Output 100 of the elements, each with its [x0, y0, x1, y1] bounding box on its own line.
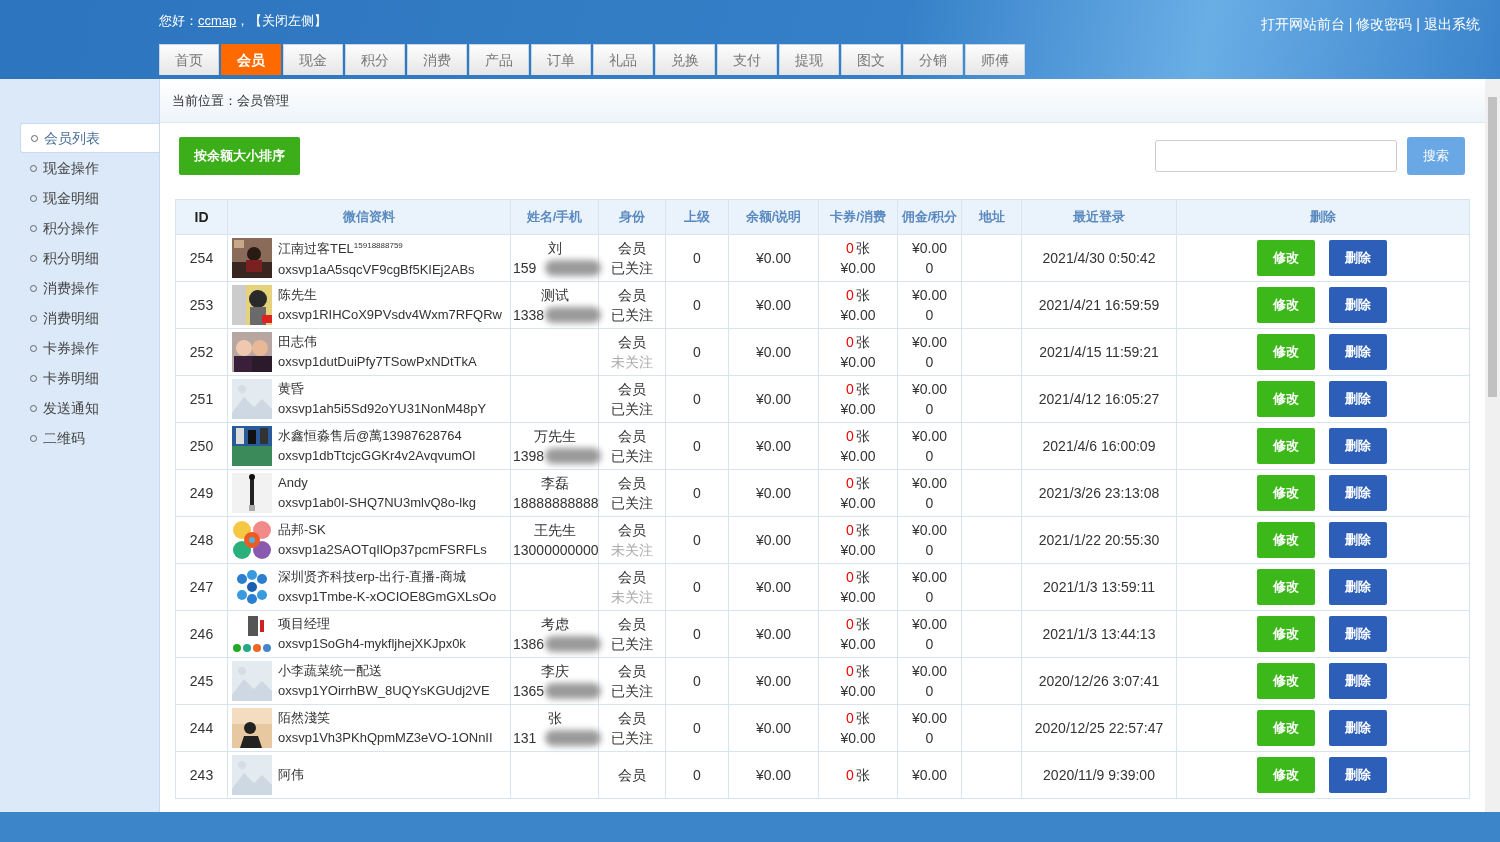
- delete-button[interactable]: 删除: [1329, 569, 1387, 605]
- nav-tab[interactable]: 礼品: [593, 44, 653, 75]
- delete-button[interactable]: 删除: [1329, 381, 1387, 417]
- spent-text: ¥0.00: [839, 353, 877, 372]
- commission-text: ¥0.00: [910, 521, 948, 540]
- edit-button[interactable]: 修改: [1257, 569, 1315, 605]
- nav-tab[interactable]: 订单: [531, 44, 591, 75]
- parent-text: 0: [692, 766, 702, 785]
- edit-button[interactable]: 修改: [1257, 287, 1315, 323]
- coupon-count: 0: [846, 334, 854, 350]
- sort-button[interactable]: 按余额大小排序: [179, 137, 300, 175]
- commission-text: ¥0.00: [910, 766, 948, 785]
- edit-button[interactable]: 修改: [1257, 240, 1315, 276]
- scrollbar[interactable]: [1485, 79, 1500, 812]
- phone-text: 131: [513, 730, 537, 746]
- follow-status: 未关注: [610, 541, 654, 560]
- edit-button[interactable]: 修改: [1257, 710, 1315, 746]
- delete-button[interactable]: 删除: [1329, 334, 1387, 370]
- name-text: 测试: [539, 286, 570, 305]
- sidebar-item[interactable]: 二维码: [20, 423, 159, 453]
- sidebar-item[interactable]: 现金操作: [20, 153, 159, 183]
- role-text: 会员: [617, 568, 647, 587]
- column-header: 身份: [598, 199, 666, 235]
- search-field[interactable]: [1155, 140, 1397, 172]
- edit-button[interactable]: 修改: [1257, 757, 1315, 793]
- role-text: 会员: [617, 766, 647, 785]
- sidebar-item[interactable]: 消费明细: [20, 303, 159, 333]
- coupon-unit: 张: [855, 663, 870, 679]
- username-link[interactable]: ccmap: [198, 13, 237, 28]
- edit-button[interactable]: 修改: [1257, 428, 1315, 464]
- nav-tab[interactable]: 首页: [159, 44, 219, 75]
- sidebar-item[interactable]: 积分操作: [20, 213, 159, 243]
- spent-text: ¥0.00: [839, 494, 877, 513]
- coupon-unit: 张: [855, 240, 870, 256]
- delete-button[interactable]: 删除: [1329, 522, 1387, 558]
- commission-text: ¥0.00: [910, 662, 948, 681]
- spent-text: ¥0.00: [839, 400, 877, 419]
- header-link[interactable]: 修改密码: [1356, 16, 1413, 34]
- nav-tab[interactable]: 会员: [221, 44, 281, 75]
- balance-text: ¥0.00: [754, 296, 792, 315]
- last-login-text: 2021/1/3 13:44:13: [1041, 625, 1157, 644]
- header-link[interactable]: 打开网站前台: [1260, 16, 1345, 34]
- points-text: 0: [924, 353, 935, 372]
- delete-button[interactable]: 删除: [1329, 240, 1387, 276]
- name-text: 刘: [546, 239, 563, 258]
- member-id: 251: [189, 391, 214, 407]
- spent-text: ¥0.00: [839, 635, 877, 654]
- balance-text: ¥0.00: [754, 484, 792, 503]
- nav-tab[interactable]: 提现: [779, 44, 839, 75]
- last-login-text: 2020/12/26 3:07:41: [1037, 672, 1161, 691]
- sidebar-item[interactable]: 现金明细: [20, 183, 159, 213]
- edit-button[interactable]: 修改: [1257, 334, 1315, 370]
- sidebar-item[interactable]: 会员列表: [20, 123, 159, 153]
- delete-button[interactable]: 删除: [1329, 710, 1387, 746]
- commission-text: ¥0.00: [910, 709, 948, 728]
- nickname-text: 江南过客TEL$^{15918888759}$: [278, 240, 404, 259]
- header-link[interactable]: 退出系统: [1424, 16, 1480, 34]
- close-left-link[interactable]: 【关闭左侧】: [249, 13, 328, 28]
- delete-button[interactable]: 删除: [1329, 663, 1387, 699]
- nav-tab[interactable]: 现金: [283, 44, 343, 75]
- delete-button[interactable]: 删除: [1329, 287, 1387, 323]
- sidebar-item[interactable]: 发送通知: [20, 393, 159, 423]
- member-id: 252: [189, 344, 214, 360]
- member-id: 244: [189, 720, 214, 736]
- nav-tab[interactable]: 兑换: [655, 44, 715, 75]
- edit-button[interactable]: 修改: [1257, 663, 1315, 699]
- sidebar-item[interactable]: 卡券操作: [20, 333, 159, 363]
- coupon-count: 0: [846, 767, 854, 783]
- nickname-text: 水鑫恒淼售后@萬13987628764: [278, 427, 463, 445]
- edit-button[interactable]: 修改: [1257, 475, 1315, 511]
- greeting-separator: ，: [236, 13, 250, 28]
- edit-button[interactable]: 修改: [1257, 522, 1315, 558]
- parent-text: 0: [692, 437, 702, 456]
- nav-tab[interactable]: 图文: [841, 44, 901, 75]
- nav-tab[interactable]: 分销: [903, 44, 963, 75]
- coupon-unit: 张: [855, 334, 870, 350]
- nav-tab[interactable]: 消费: [407, 44, 467, 75]
- edit-button[interactable]: 修改: [1257, 381, 1315, 417]
- delete-button[interactable]: 删除: [1329, 428, 1387, 464]
- commission-text: ¥0.00: [910, 615, 948, 634]
- role-text: 会员: [617, 239, 647, 258]
- name-text: 张: [546, 709, 563, 728]
- search-button[interactable]: 搜索: [1407, 137, 1465, 175]
- spent-text: ¥0.00: [839, 729, 877, 748]
- nav-tab[interactable]: 师傅: [965, 44, 1025, 75]
- nav-tab[interactable]: 积分: [345, 44, 405, 75]
- edit-button[interactable]: 修改: [1257, 616, 1315, 652]
- column-header: 佣金/积分: [897, 199, 962, 235]
- phone-text: 1398: [513, 448, 545, 464]
- sidebar-item[interactable]: 消费操作: [20, 273, 159, 303]
- sidebar-item[interactable]: 积分明细: [20, 243, 159, 273]
- delete-button[interactable]: 删除: [1329, 757, 1387, 793]
- nav-tab[interactable]: 支付: [717, 44, 777, 75]
- follow-status: 未关注: [610, 588, 654, 607]
- delete-button[interactable]: 删除: [1329, 616, 1387, 652]
- sidebar-item[interactable]: 卡券明细: [20, 363, 159, 393]
- nav-tab[interactable]: 产品: [469, 44, 529, 75]
- delete-button[interactable]: 删除: [1329, 475, 1387, 511]
- nickname-text: Andy: [278, 474, 309, 492]
- parent-text: 0: [692, 296, 702, 315]
